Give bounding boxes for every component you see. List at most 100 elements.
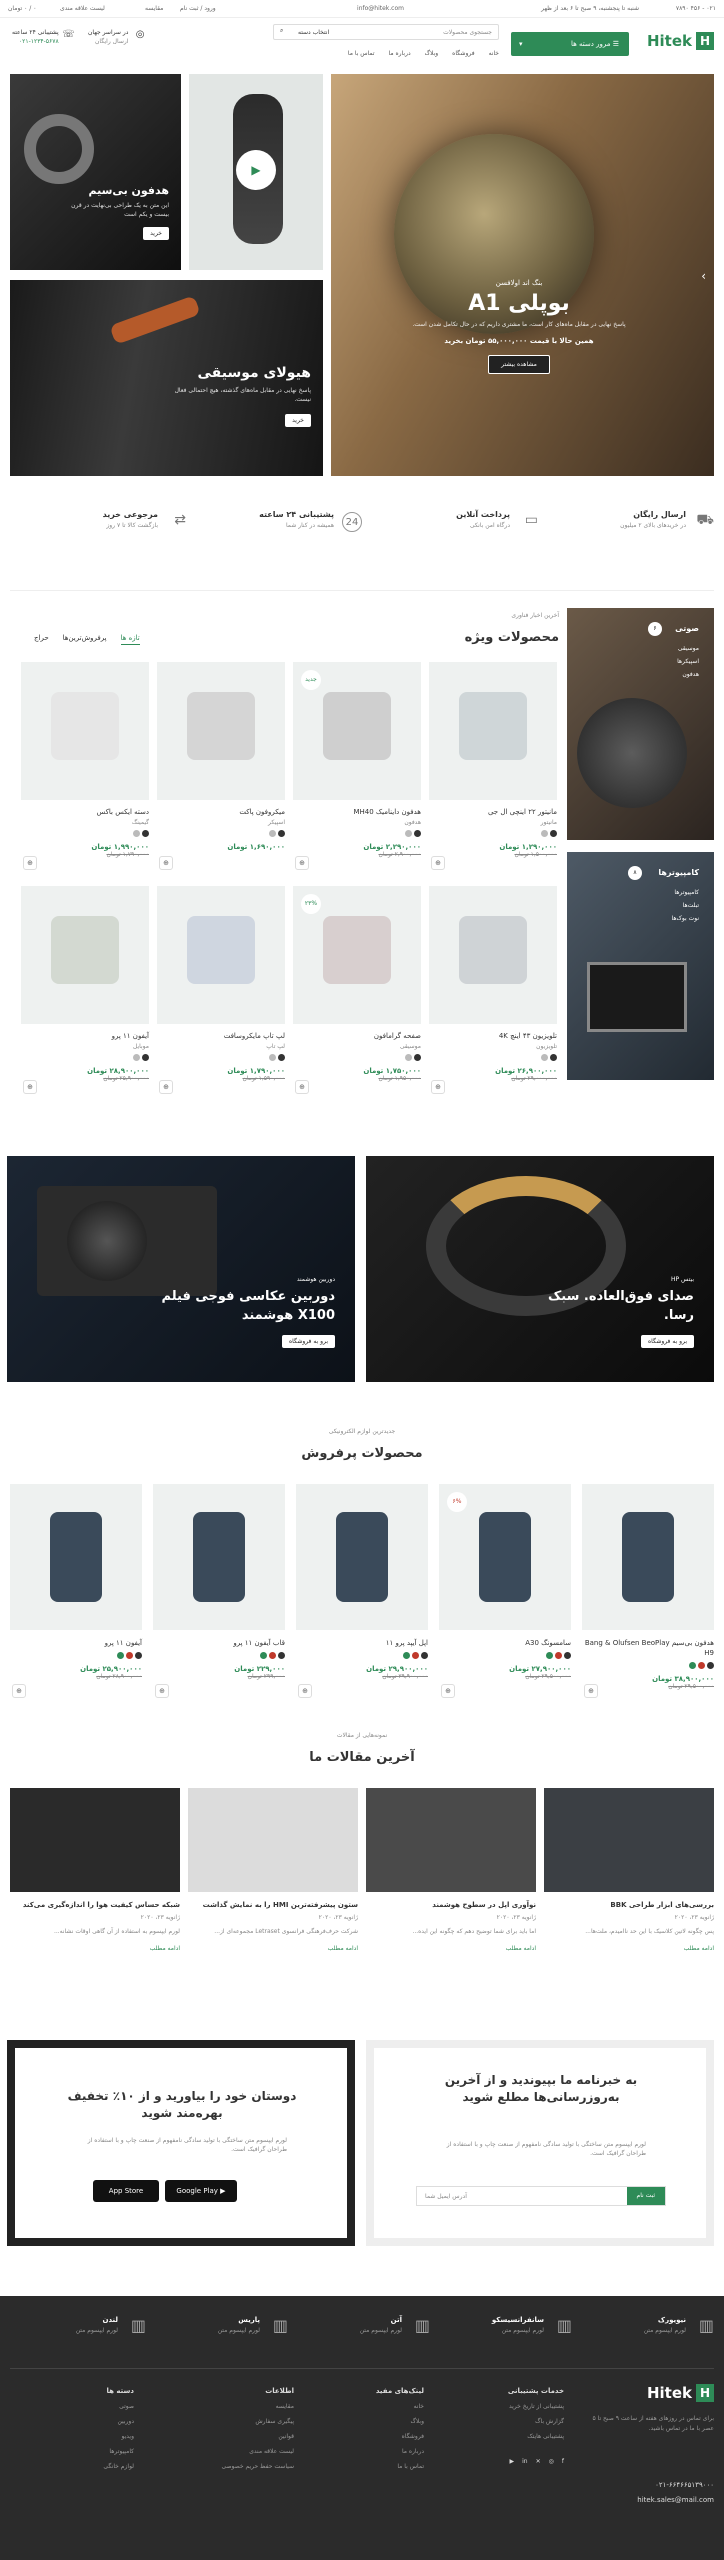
tab-bestsellers[interactable]: پرفروش‌ترین‌ها [63,634,107,645]
product-title[interactable]: سامسونگ A30 [439,1638,571,1648]
swatch[interactable] [278,1652,285,1659]
login-link[interactable]: ورود / ثبت نام [180,5,216,12]
add-to-cart-icon[interactable]: ⊕ [584,1684,598,1698]
promo-button[interactable]: برو به فروشگاه [282,1335,335,1348]
swatch[interactable] [541,1054,548,1061]
product-card[interactable]: هدفون بی‌سیم Bang & Olufsen BeoPlay H9 ۳… [582,1484,714,1706]
product-image[interactable]: ۲۳% [293,886,421,1024]
tab-new[interactable]: تازه ها [120,634,140,645]
product-title[interactable]: اپل آیپد پرو ۱۱ [296,1638,428,1648]
swatch[interactable] [260,1652,267,1659]
swatch[interactable] [126,1652,133,1659]
add-to-cart-icon[interactable]: ⊕ [295,856,309,870]
swatch[interactable] [405,830,412,837]
swatch[interactable] [142,1054,149,1061]
swatch[interactable] [142,830,149,837]
swatch[interactable] [278,1054,285,1061]
side1-button[interactable]: خرید [143,227,169,240]
add-to-cart-icon[interactable]: ⊕ [155,1684,169,1698]
article-card[interactable]: نوآوری اپل در سطوح هوشمند ژانویه ۲۳، ۲۰۲… [366,1788,536,2008]
logo[interactable]: H Hitek [647,32,714,50]
app-store-button[interactable]: App Store [93,2180,159,2202]
swatch[interactable] [421,1652,428,1659]
product-image[interactable] [582,1484,714,1630]
swatch[interactable] [269,830,276,837]
article-card[interactable]: ستون پیشرفته‌ترین HMI را به نمایش گذاشت … [188,1788,358,2008]
add-to-cart-icon[interactable]: ⊕ [431,856,445,870]
product-image[interactable] [21,886,149,1024]
search-icon[interactable]: ⌕ [280,27,283,35]
side-banner-watch[interactable]: ▶ [189,74,323,270]
facebook-icon[interactable]: f [562,2454,564,2469]
article-card[interactable]: بررسی‌های ابزار طراحی BBK ژانویه ۲۳، ۲۰۲… [544,1788,714,2008]
product-image[interactable] [21,662,149,800]
twitter-icon[interactable]: ✕ [536,2454,541,2469]
add-to-cart-icon[interactable]: ⊕ [441,1684,455,1698]
product-image[interactable] [157,662,285,800]
swatch[interactable] [689,1662,696,1669]
add-to-cart-icon[interactable]: ⊕ [159,1080,173,1094]
product-title[interactable]: دسته ایکس باکس [21,808,149,816]
youtube-icon[interactable]: ▶ [509,2454,514,2469]
product-card[interactable]: جدید هدفون داینامیک MH40 هدفون ۲,۲۹۰,۰۰۰… [293,662,421,876]
swatch[interactable] [412,1652,419,1659]
compare-link[interactable]: مقایسه [145,5,163,12]
article-image[interactable] [544,1788,714,1892]
swatch[interactable] [403,1652,410,1659]
product-image[interactable]: جدید [293,662,421,800]
search-category-select[interactable]: انتخاب دسته [298,29,329,36]
swatch[interactable] [269,1054,276,1061]
read-more-link[interactable]: ادامه مطلب [544,1945,714,1952]
product-image[interactable] [296,1484,428,1630]
product-image[interactable] [10,1484,142,1630]
swatch[interactable] [278,830,285,837]
wishlist-link[interactable]: لیست علاقه مندی [60,5,105,12]
subscribe-button[interactable]: ثبت نام [626,2187,665,2205]
footer-phone[interactable]: ۰۲۱-۶۶۴۶۶۵۱۳۹۰۰۰ [655,2481,714,2489]
google-play-button[interactable]: ▶ Google Play [165,2180,237,2202]
product-title[interactable]: آیفون ۱۱ پرو [10,1638,142,1648]
product-card[interactable]: قاب آیفون ۱۱ پرو ۲۲۹,۰۰۰ تومان ۲۹۹,۰۰۰ ت… [153,1484,285,1706]
nav-about[interactable]: درباره ما [389,50,411,57]
email-text[interactable]: info@hitek.com [357,5,404,12]
swatch[interactable] [133,1054,140,1061]
next-arrow-icon[interactable]: › [701,269,706,283]
instagram-icon[interactable]: ◎ [549,2454,554,2469]
article-title[interactable]: ستون پیشرفته‌ترین HMI را به نمایش گذاشت [188,1900,358,1910]
add-to-cart-icon[interactable]: ⊕ [159,856,173,870]
product-image[interactable] [429,662,557,800]
article-image[interactable] [188,1788,358,1892]
product-title[interactable]: میکروفون پاکت [157,808,285,816]
swatch[interactable] [555,1652,562,1659]
swatch[interactable] [564,1652,571,1659]
play-icon[interactable]: ▶ [236,150,276,190]
email-input[interactable]: آدرس ایمیل شما [425,2193,467,2200]
read-more-link[interactable]: ادامه مطلب [366,1945,536,1952]
swatch[interactable] [707,1662,714,1669]
side-banner-guitar[interactable]: هیولای موسیقی پاسخ نهایی در مقابل ماه‌ها… [10,280,323,476]
product-image[interactable]: ۶% [439,1484,571,1630]
product-card[interactable]: دسته ایکس باکس گیمینگ ۱,۹۹۰,۰۰۰ تومان ۱,… [21,662,149,876]
swatch[interactable] [546,1652,553,1659]
add-to-cart-icon[interactable]: ⊕ [295,1080,309,1094]
product-title[interactable]: تلویزیون ۴۳ اینچ 4K [429,1032,557,1040]
swatch[interactable] [414,1054,421,1061]
product-image[interactable] [153,1484,285,1630]
swatch[interactable] [135,1652,142,1659]
swatch[interactable] [269,1652,276,1659]
article-title[interactable]: نوآوری اپل در سطوح هوشمند [366,1900,536,1910]
product-title[interactable]: لپ تاپ مایکروسافت [157,1032,285,1040]
swatch[interactable] [117,1652,124,1659]
product-card[interactable]: میکروفون پاکت اسپیکر ۱,۶۹۰,۰۰۰ تومان ⊕ [157,662,285,876]
swatch[interactable] [133,830,140,837]
tab-sale[interactable]: حراج [34,634,49,645]
side-banner-computers[interactable]: ۸ کامپیوترها کامپیوترها تبلت‌ها نوت بوک‌… [567,852,714,1080]
article-title[interactable]: بررسی‌های ابزار طراحی BBK [544,1900,714,1910]
product-title[interactable]: صفحه گرامافون [293,1032,421,1040]
product-title[interactable]: مانیتور ۲۲ اینچی ال جی [429,808,557,816]
product-image[interactable] [429,886,557,1024]
swatch[interactable] [550,830,557,837]
side-banner-headphones[interactable]: هدفون بی‌سیم این متن به یک طراحی بی‌نهای… [10,74,181,270]
cart-link[interactable]: ۰ / ۰ تومان [8,5,36,12]
promo-headphones[interactable]: بیتس HP صدای فوق‌العاده. سبک رسا. برو به… [366,1156,714,1382]
